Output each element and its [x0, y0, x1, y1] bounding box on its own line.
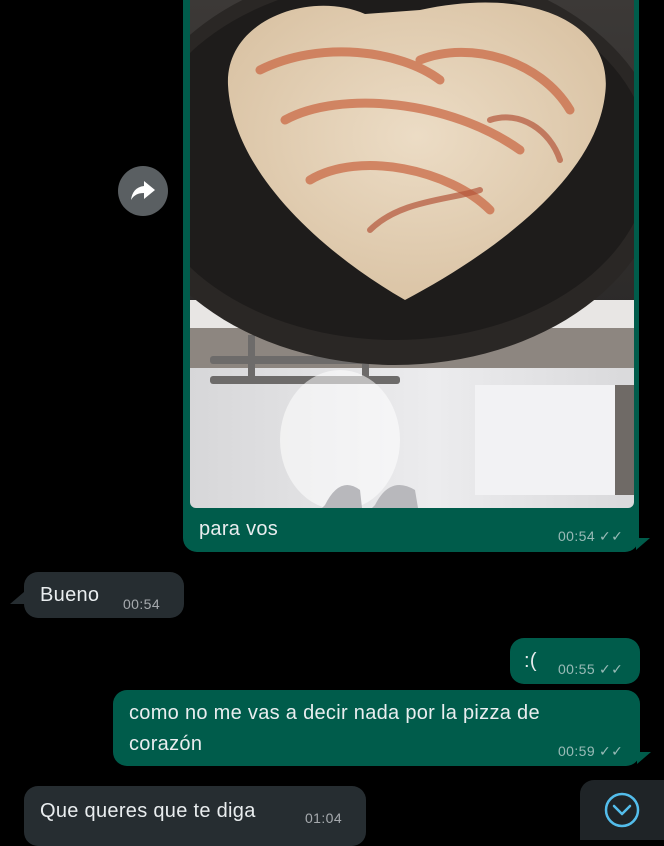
- scroll-to-bottom-button[interactable]: [580, 780, 664, 840]
- double-check-icon: ✓✓: [599, 528, 624, 544]
- bubble-tail: [636, 538, 650, 550]
- bubble-tail: [10, 592, 24, 604]
- message-text-line-2: corazón: [129, 733, 203, 755]
- image-caption: para vos: [199, 518, 279, 540]
- chevron-down-circle-icon: [604, 792, 640, 828]
- double-check-icon: ✓✓: [599, 743, 624, 759]
- double-check-icon: ✓✓: [599, 661, 624, 677]
- message-time: 00:54 ✓✓: [558, 528, 624, 544]
- message-text: Bueno: [40, 584, 100, 606]
- message-text: Que queres que te diga: [40, 800, 256, 822]
- message-time: 00:54: [123, 596, 161, 612]
- message-text-line-1: como no me vas a decir nada por la pizza…: [129, 702, 540, 724]
- pizza-photo[interactable]: [190, 0, 634, 508]
- bubble-tail: [637, 752, 651, 764]
- message-time: 00:55 ✓✓: [558, 661, 624, 677]
- message-text: :(: [524, 650, 537, 672]
- forward-arrow-icon: [131, 181, 155, 200]
- message-time: 00:59 ✓✓: [558, 743, 624, 759]
- message-time: 01:04: [305, 810, 343, 826]
- pizza-image: [190, 0, 634, 508]
- forward-button[interactable]: [118, 166, 168, 216]
